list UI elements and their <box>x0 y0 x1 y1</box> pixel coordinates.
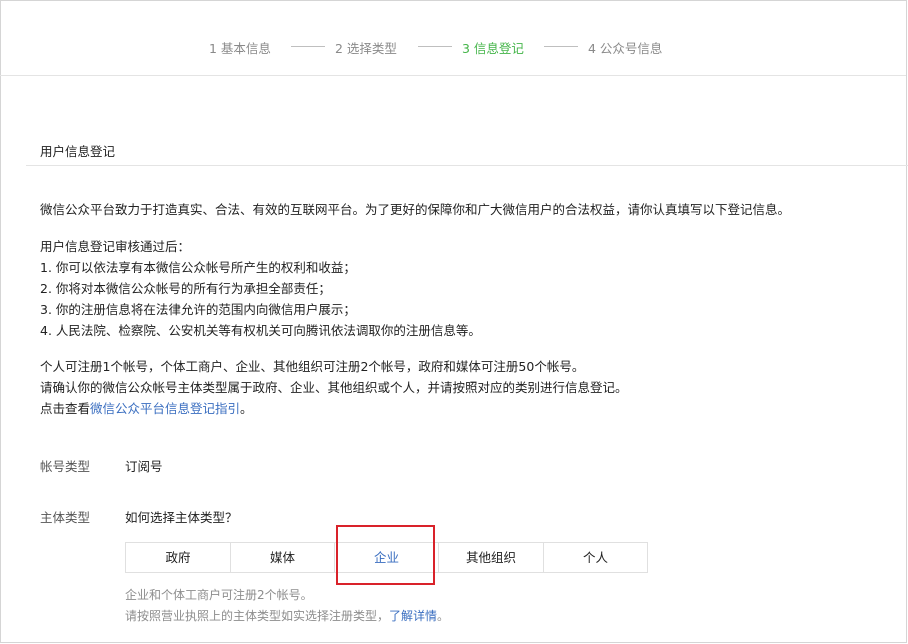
how-to-choose-entity-link[interactable]: 如何选择主体类型？ <box>125 507 238 526</box>
step-choose-type: 2 选择类型 <box>335 41 397 56</box>
section-title: 用户信息登记 <box>40 144 116 159</box>
registration-guide-link[interactable]: 微信公众平台信息登记指引 <box>90 401 240 416</box>
highlight-annotation-box <box>336 525 435 585</box>
step-connector <box>418 46 452 47</box>
entity-hint-limit: 企业和个体工商户可注册2个帐号。 <box>125 588 313 602</box>
entity-hint-details: 请按照营业执照上的主体类型如实选择注册类型，了解详情。 <box>125 607 449 624</box>
registration-stepper: 1 基本信息 2 选择类型 3 信息登记 4 公众号信息 <box>0 0 906 76</box>
entity-option-government[interactable]: 政府 <box>126 543 231 572</box>
rule-item: 4. 人民法院、检察院、公安机关等有权机关可向腾讯依法调取你的注册信息等。 <box>40 323 481 338</box>
step-basic-info: 1 基本信息 <box>209 41 271 56</box>
rule-item: 1. 你可以依法享有本微信公众帐号所产生的权利和收益； <box>40 260 356 275</box>
step-connector <box>291 46 325 47</box>
note-guide: 点击查看微信公众平台信息登记指引。 <box>40 398 253 417</box>
entity-hint-prefix: 请按照营业执照上的主体类型如实选择注册类型， <box>125 609 390 623</box>
entity-type-label: 主体类型 <box>40 510 91 525</box>
entity-hint-suffix: 。 <box>437 609 450 623</box>
step-info-registration: 3 信息登记 <box>462 41 524 56</box>
learn-more-link[interactable]: 了解详情 <box>389 609 437 623</box>
account-type-label: 帐号类型 <box>40 459 91 474</box>
step-account-info: 4 公众号信息 <box>588 41 663 56</box>
note-guide-suffix: 。 <box>240 401 253 416</box>
entity-option-media[interactable]: 媒体 <box>231 543 335 572</box>
intro-text: 微信公众平台致力于打造真实、合法、有效的互联网平台。为了更好的保障你和广大微信用… <box>40 202 791 217</box>
note-confirm-type: 请确认你的微信公众帐号主体类型属于政府、企业、其他组织或个人，并请按照对应的类别… <box>40 380 628 395</box>
section-divider <box>26 165 908 166</box>
entity-option-individual[interactable]: 个人 <box>544 543 647 572</box>
note-account-limits: 个人可注册1个帐号，个体工商户、企业、其他组织可注册2个帐号，政府和媒体可注册5… <box>40 359 585 374</box>
entity-option-other-org[interactable]: 其他组织 <box>439 543 544 572</box>
rules-heading: 用户信息登记审核通过后： <box>40 239 191 254</box>
rule-item: 2. 你将对本微信公众帐号的所有行为承担全部责任； <box>40 281 331 296</box>
step-connector <box>544 46 578 47</box>
rule-item: 3. 你的注册信息将在法律允许的范围内向微信用户展示； <box>40 302 356 317</box>
account-type-value: 订阅号 <box>125 459 163 474</box>
note-guide-prefix: 点击查看 <box>40 401 91 416</box>
